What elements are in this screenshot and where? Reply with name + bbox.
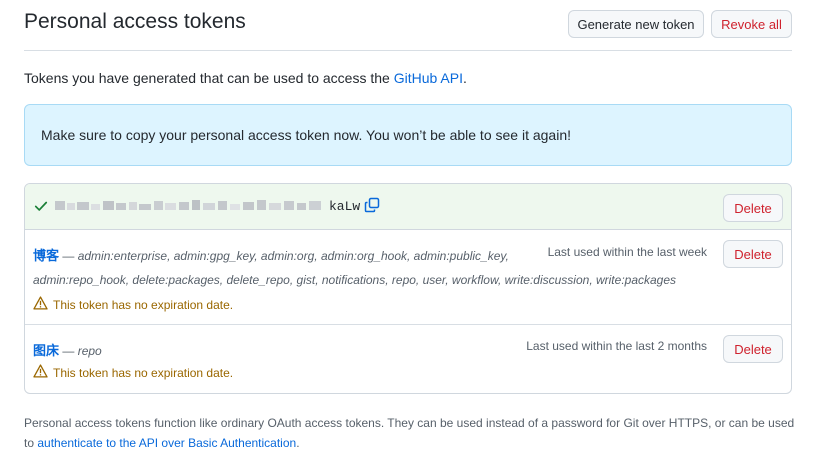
token-scopes-line2: admin:repo_hook, delete:packages, delete… (33, 273, 677, 287)
token-last-used: Last used within the last week (547, 245, 707, 259)
token-name-link[interactable]: 图床 (33, 343, 59, 358)
token-suffix: kaLw (329, 199, 361, 214)
token-separator: — (62, 344, 75, 358)
token-last-used: Last used within the last 2 months (526, 339, 707, 353)
token-separator: — (62, 249, 75, 263)
basic-auth-link[interactable]: authenticate to the API over Basic Authe… (37, 436, 296, 450)
token-value-redacted (53, 197, 325, 215)
intro-text-end: . (462, 70, 467, 86)
token-scopes: repo (77, 344, 102, 358)
delete-token-button[interactable]: Delete (723, 335, 783, 363)
token-name-link[interactable]: 博客 (33, 248, 59, 263)
check-icon (34, 199, 48, 216)
footer-text-end: . (296, 436, 300, 450)
expiration-warning-text: This token has no expiration date. (53, 365, 234, 380)
expiration-warning: This token has no expiration date. (33, 364, 233, 381)
github-api-link[interactable]: GitHub API (394, 70, 463, 86)
expiration-warning-text: This token has no expiration date. (53, 297, 234, 312)
intro-text-body: Tokens you have generated that can be us… (24, 70, 394, 86)
new-token-row: kaLw Delete (25, 184, 791, 230)
expiration-warning: This token has no expiration date. (33, 296, 233, 313)
token-summary: 博客 — admin:enterprise, admin:gpg_key, ad… (33, 245, 509, 264)
token-row: 博客 — admin:enterprise, admin:gpg_key, ad… (25, 230, 791, 325)
footer-note: Personal access tokens function like ord… (24, 413, 804, 453)
delete-new-token-button[interactable]: Delete (723, 194, 783, 222)
generate-new-token-button[interactable]: Generate new token (568, 10, 704, 38)
token-row: 图床 — repo This token has no expiration d… (25, 325, 791, 393)
token-list: kaLw Delete 博客 — admin:enterprise, admin… (24, 183, 792, 394)
token-summary: 图床 — repo (33, 340, 102, 359)
token-scopes: admin:enterprise, admin:gpg_key, admin:o… (77, 249, 509, 263)
intro-text: Tokens you have generated that can be us… (24, 70, 467, 86)
page-header: Personal access tokens Generate new toke… (24, 0, 792, 51)
alert-triangle-icon (33, 364, 53, 381)
page-title: Personal access tokens (24, 10, 246, 33)
token-scopes-continued: admin:repo_hook, delete:packages, delete… (33, 271, 676, 287)
flash-message: Make sure to copy your personal access t… (41, 127, 571, 143)
copy-token-flash: Make sure to copy your personal access t… (24, 104, 792, 166)
copy-icon[interactable] (364, 197, 380, 216)
revoke-all-button[interactable]: Revoke all (711, 10, 792, 38)
alert-triangle-icon (33, 296, 53, 313)
delete-token-button[interactable]: Delete (723, 240, 783, 268)
